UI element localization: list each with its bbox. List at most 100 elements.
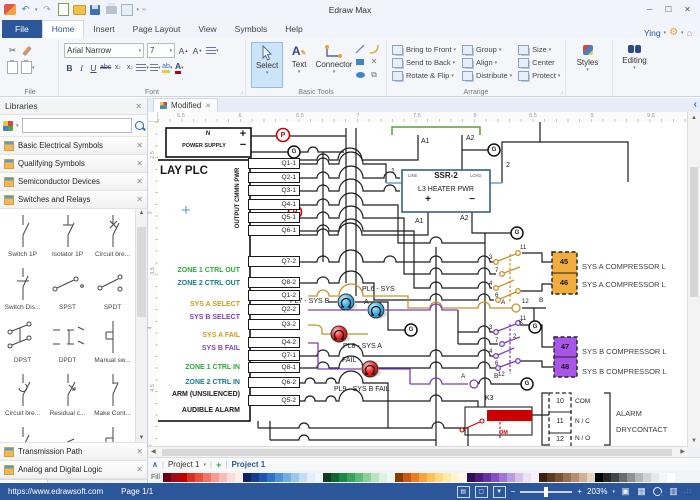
magnifier-icon[interactable] <box>652 487 663 497</box>
fill-swatch[interactable] <box>363 473 371 482</box>
styles-button[interactable]: Styles▾ <box>571 42 604 88</box>
fill-swatch[interactable] <box>179 473 187 482</box>
superscript-icon[interactable]: x2 <box>124 61 135 74</box>
fill-swatch[interactable] <box>171 473 179 482</box>
fill-swatch[interactable] <box>579 473 587 482</box>
fill-swatch[interactable] <box>499 473 507 482</box>
fill-swatch[interactable] <box>555 473 563 482</box>
redo-icon[interactable]: ↷ <box>41 4 54 16</box>
library-group-semiconductor-devices[interactable]: Semiconductor Devices✕ <box>0 173 147 191</box>
fill-swatch[interactable] <box>187 473 195 482</box>
symbol-partial[interactable] <box>45 423 90 443</box>
copy-icon[interactable]: ▾ <box>21 61 35 74</box>
font-dialog-launcher-icon[interactable]: ⌟ <box>240 88 243 95</box>
fill-swatch[interactable] <box>235 473 243 482</box>
fill-swatch[interactable] <box>307 473 315 482</box>
arrange-distribute[interactable]: Distribute▾ <box>462 69 512 82</box>
grid-icon[interactable]: ▦ <box>636 487 647 497</box>
library-group-analog-and-digital-logic[interactable]: Analog and Digital Logic✕ <box>0 461 147 479</box>
fill-swatch[interactable] <box>163 473 171 482</box>
fill-swatch[interactable] <box>379 473 387 482</box>
fill-swatch[interactable] <box>419 473 427 482</box>
fill-swatch[interactable] <box>443 473 451 482</box>
fill-swatch[interactable] <box>219 473 227 482</box>
fill-swatch[interactable] <box>667 473 675 482</box>
library-search-input[interactable] <box>22 118 132 133</box>
menu-tab-view[interactable]: View <box>189 20 225 38</box>
symbol-manual-sw-[interactable]: Manual sw... <box>90 317 135 370</box>
library-close-icon[interactable]: ✕ <box>136 447 143 456</box>
page-tab-project1[interactable]: Project 1 <box>231 460 265 469</box>
fill-swatch[interactable] <box>603 473 611 482</box>
line-spacing-icon[interactable]: ▾ <box>136 61 149 74</box>
fill-swatch[interactable] <box>451 473 459 482</box>
qat-more-icon[interactable]: ≂ <box>142 7 146 13</box>
drawing-canvas[interactable]: NPOWER SUPPLY+−LAY PLCOUTPUT CMMN PWRPGG… <box>158 122 688 447</box>
library-filter-caret-icon[interactable]: ▾ <box>16 123 19 129</box>
fill-swatch[interactable] <box>539 473 547 482</box>
symbol-switch-1p[interactable]: Switch 1P <box>0 211 45 264</box>
print-icon[interactable] <box>105 4 118 16</box>
menu-tab-insert[interactable]: Insert <box>84 20 123 38</box>
fill-swatch[interactable] <box>467 473 475 482</box>
zoom-out-icon[interactable]: − <box>511 487 516 496</box>
crop-icon[interactable]: ⧉ <box>367 68 381 81</box>
arrange-center[interactable]: Center <box>518 56 560 69</box>
font-color-icon[interactable]: A▾ <box>174 61 185 74</box>
fill-swatch[interactable] <box>195 473 203 482</box>
scroll-left-icon[interactable]: ◀ <box>151 447 156 457</box>
fill-swatch[interactable] <box>267 473 275 482</box>
library-group-basic-electrical-symbols[interactable]: Basic Electrical Symbols✕ <box>0 137 147 155</box>
symbol-dpdt[interactable]: DPDT <box>45 317 90 370</box>
cut-icon[interactable]: ✂ <box>7 44 18 57</box>
page-selector[interactable]: Project 1 <box>168 460 200 469</box>
search-icon[interactable] <box>135 121 144 130</box>
fill-swatch[interactable] <box>299 473 307 482</box>
library-group-qualifying-symbols[interactable]: Qualifying Symbols✕ <box>0 155 147 173</box>
symbol-isolator-1p[interactable]: Isolator 1P <box>45 211 90 264</box>
arrange-group[interactable]: Group▾ <box>462 43 512 56</box>
arrange-send-to-back[interactable]: Send to Back▾ <box>392 56 456 69</box>
fill-swatch[interactable] <box>643 473 651 482</box>
arrange-align[interactable]: Align▾ <box>462 56 512 69</box>
fill-swatch[interactable] <box>491 473 499 482</box>
open-folder-icon[interactable] <box>73 4 86 16</box>
symbols-scrollbar[interactable]: ▲ ▼ <box>135 209 147 442</box>
library-group-switches-and-relays[interactable]: Switches and Relays✕ <box>0 191 147 209</box>
font-size-select[interactable]: 7▾ <box>147 43 175 58</box>
zoom-caret-icon[interactable]: ▾ <box>612 489 615 495</box>
library-filter-icon[interactable] <box>3 121 13 131</box>
fill-swatch[interactable] <box>651 473 659 482</box>
underline-icon[interactable]: U <box>88 61 99 74</box>
fill-swatch[interactable] <box>619 473 627 482</box>
fill-swatch[interactable] <box>243 473 251 482</box>
symbol-partial[interactable] <box>90 423 135 443</box>
fill-swatch[interactable] <box>475 473 483 482</box>
fill-swatch[interactable] <box>395 473 403 482</box>
fill-swatch[interactable] <box>659 473 667 482</box>
fill-swatch[interactable] <box>387 473 395 482</box>
symbol-partial[interactable] <box>0 423 45 443</box>
close-button[interactable]: ✕ <box>679 3 696 17</box>
scroll-up-icon[interactable]: ▲ <box>136 210 147 216</box>
library-close-icon[interactable]: ✕ <box>136 195 143 204</box>
italic-icon[interactable]: I <box>76 61 87 74</box>
normal-view-icon[interactable]: ▤ <box>457 486 470 498</box>
arc-shape-icon[interactable] <box>367 42 381 55</box>
fill-swatch[interactable] <box>547 473 555 482</box>
document-tab[interactable]: Modified ✕ <box>153 98 218 112</box>
library-close-icon[interactable]: ✕ <box>136 159 143 168</box>
select-tool-button[interactable]: Select▾ <box>251 42 283 88</box>
table-icon[interactable]: ▥ <box>668 487 679 497</box>
pagebar-collapse-icon[interactable]: ∧ <box>152 460 158 469</box>
gear-caret-icon[interactable]: ▾ <box>681 30 684 36</box>
gear-icon[interactable]: ⚙ <box>669 27 678 38</box>
fit-page-icon[interactable]: ▣ <box>620 487 631 497</box>
fill-swatch[interactable] <box>411 473 419 482</box>
menu-tab-file[interactable]: File <box>2 20 42 38</box>
maximize-button[interactable]: ☐ <box>660 3 677 17</box>
fill-swatch[interactable] <box>515 473 523 482</box>
library-close-icon[interactable]: ✕ <box>136 177 143 186</box>
line-shape-icon[interactable] <box>353 42 367 55</box>
fill-swatch[interactable] <box>403 473 411 482</box>
